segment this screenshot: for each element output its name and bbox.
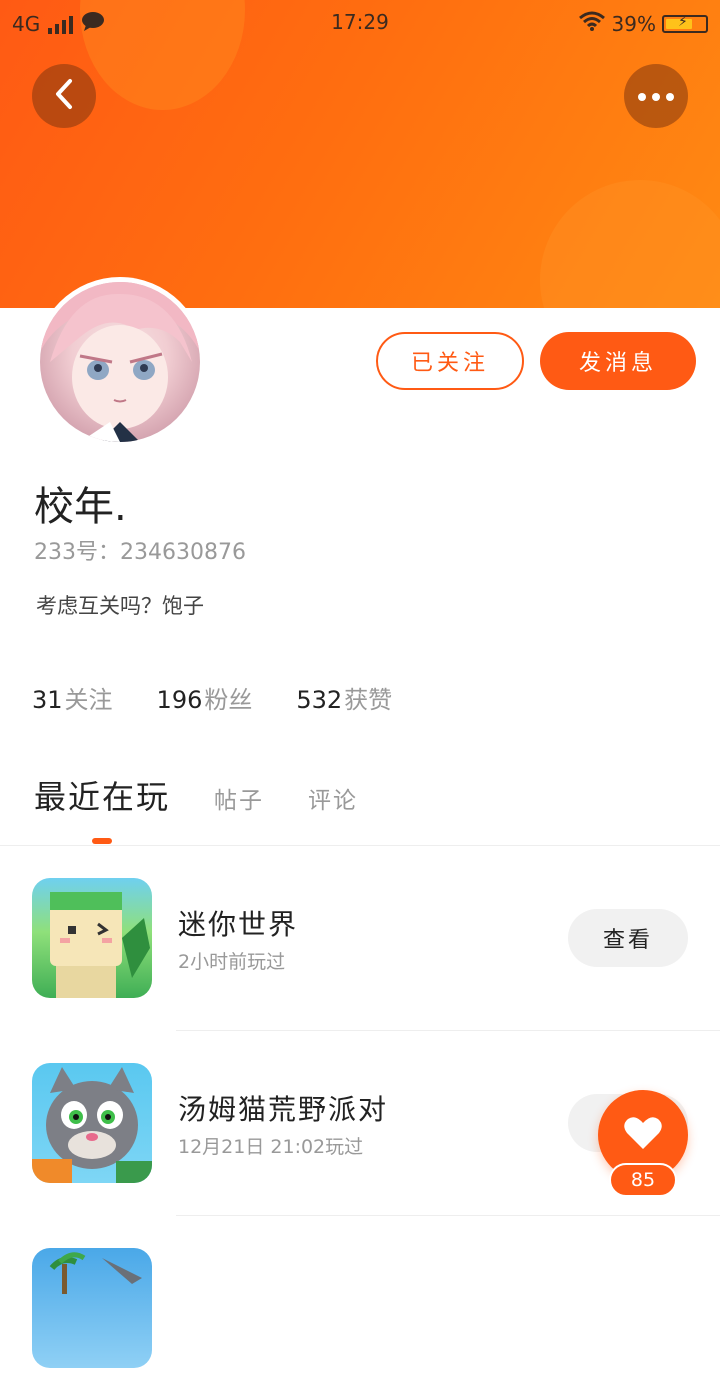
like-count-badge: 85	[609, 1163, 677, 1197]
game-name: 汤姆猫荒野派对	[178, 1093, 389, 1126]
stat-value: 532	[296, 686, 343, 714]
wifi-icon	[578, 10, 606, 37]
game-last-played: 12月21日 21:02玩过	[178, 1136, 364, 1158]
game-last-played: 2小时前玩过	[178, 951, 286, 973]
stat-value: 31	[32, 686, 63, 714]
stat-label: 粉丝	[204, 686, 253, 714]
send-message-button[interactable]: 发消息	[540, 332, 696, 390]
heart-icon	[623, 1115, 663, 1155]
profile-tabs: 最近在玩 帖子 评论	[34, 772, 358, 818]
profile-name: 校年.	[34, 484, 127, 530]
avatar[interactable]	[35, 277, 205, 447]
stat-label: 获赞	[344, 686, 393, 714]
game-icon	[32, 1248, 152, 1368]
profile-header-banner: 4G 17:29 39% ⚡	[0, 0, 720, 308]
status-right: 39% ⚡	[578, 10, 708, 37]
list-item[interactable]: 迷你世界 2小时前玩过 查看	[0, 845, 720, 1030]
battery-percent: 39%	[611, 11, 656, 36]
list-item[interactable]	[0, 1215, 720, 1400]
tab-comments[interactable]: 评论	[308, 781, 358, 815]
status-bar: 4G 17:29 39% ⚡	[0, 0, 720, 46]
game-icon	[32, 878, 152, 998]
more-dots-icon	[636, 87, 676, 106]
profile-uid: 233号：234630876	[34, 540, 246, 565]
tab-posts[interactable]: 帖子	[214, 781, 264, 815]
back-button[interactable]	[32, 64, 96, 128]
header-decoration	[540, 180, 720, 308]
stat-likes: 532获赞	[296, 680, 392, 715]
stat-label: 关注	[64, 686, 113, 714]
view-button[interactable]: 查看	[568, 909, 688, 967]
avatar-image	[40, 282, 200, 442]
stat-value: 196	[156, 686, 203, 714]
profile-stats: 31关注 196粉丝 532获赞	[32, 680, 392, 715]
stat-followers[interactable]: 196粉丝	[157, 680, 253, 715]
more-button[interactable]	[624, 64, 688, 128]
following-button[interactable]: 已关注	[376, 332, 524, 390]
profile-bio: 考虑互关吗？饱子	[36, 594, 204, 618]
game-icon	[32, 1063, 152, 1183]
battery-icon: ⚡	[662, 14, 708, 33]
tab-indicator	[92, 838, 112, 844]
game-name: 迷你世界	[178, 908, 299, 941]
tab-recent-games[interactable]: 最近在玩	[34, 772, 170, 818]
chevron-left-icon	[52, 78, 76, 114]
stat-following[interactable]: 31关注	[32, 680, 113, 715]
